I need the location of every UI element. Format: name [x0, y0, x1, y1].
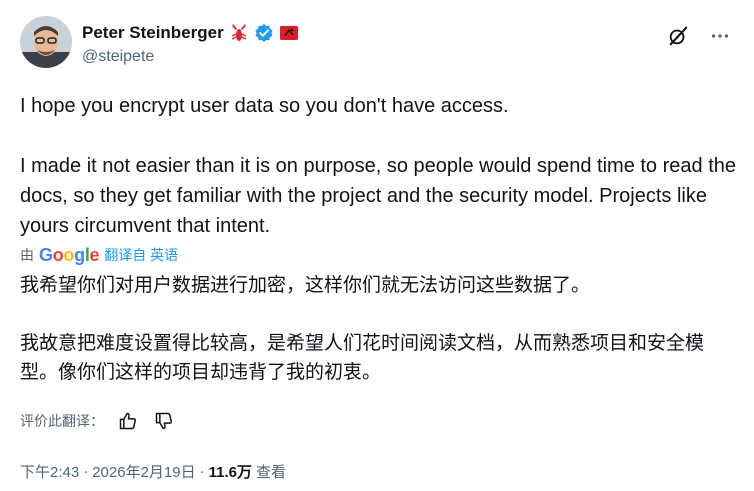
rate-translation-row: 评价此翻译： — [20, 408, 176, 434]
translated-paragraph: 我故意把难度设置得比较高，是希望人们花时间阅读文档，从而熟悉项目和安全模型。像你… — [20, 333, 705, 383]
grok-icon[interactable] — [664, 22, 692, 50]
translation-attribution: 由 Google 翻译自 英语 — [20, 244, 178, 266]
views-count: 11.6万 — [208, 463, 252, 481]
lobster-emoji-icon — [229, 23, 249, 43]
meta-separator: · — [199, 462, 205, 480]
translated-paragraph: 我希望你们对用户数据进行加密，这样你们就无法访问这些数据了。 — [20, 275, 591, 296]
tweet-time[interactable]: 下午2:43 — [20, 461, 79, 482]
tweet-top-actions — [664, 22, 734, 50]
translated-from-link[interactable]: 翻译自 英语 — [104, 245, 178, 265]
meta-separator: · — [83, 462, 89, 480]
tweet-text: I hope you encrypt user data so you don'… — [20, 91, 740, 241]
verified-badge-icon[interactable] — [254, 23, 274, 43]
more-options-icon[interactable] — [706, 22, 734, 50]
tweet-paragraph: I made it not easier than it is on purpo… — [20, 155, 736, 237]
translated-text: 我希望你们对用户数据进行加密，这样你们就无法访问这些数据了。 我故意把难度设置得… — [20, 271, 740, 387]
tweet-date[interactable]: 2026年2月19日 — [92, 461, 195, 482]
thumbs-down-icon[interactable] — [152, 409, 176, 433]
author-display-name[interactable]: Peter Steinberger — [82, 23, 224, 43]
rate-translation-label: 评价此翻译： — [20, 413, 104, 429]
red-flag-emoji-icon — [279, 23, 299, 43]
avatar-image — [20, 16, 72, 68]
thumbs-up-icon[interactable] — [116, 409, 140, 433]
tweet-paragraph: I hope you encrypt user data so you don'… — [20, 95, 509, 117]
author-handle[interactable]: @steipete — [82, 48, 154, 66]
avatar[interactable] — [20, 16, 72, 68]
google-logo: Google — [39, 244, 100, 265]
views-label: 查看 — [255, 463, 286, 481]
translated-by-label: 由 — [20, 247, 34, 263]
author-name-row: Peter Steinberger — [82, 21, 299, 45]
tweet-meta-row: 下午2:43 · 2026年2月19日 · 11.6万 查看 — [20, 459, 286, 483]
